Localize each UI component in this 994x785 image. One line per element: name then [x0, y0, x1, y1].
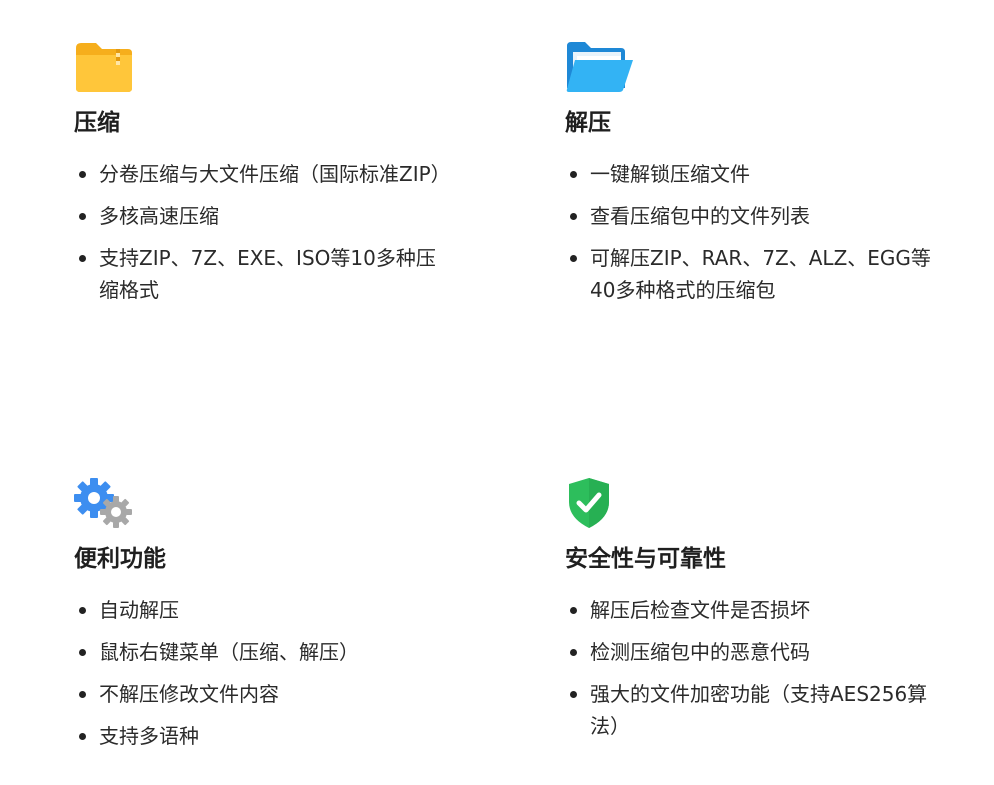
open-folder-icon — [565, 40, 633, 96]
list-item: 一键解锁压缩文件 — [565, 158, 945, 190]
folder-icon — [74, 40, 138, 96]
list-item: 不解压修改文件内容 — [74, 678, 454, 710]
list-item-text: 支持ZIP、7Z、EXE、ISO等10多种压缩格式 — [99, 246, 436, 302]
feature-title: 压缩 — [74, 110, 120, 136]
list-item-text: 强大的文件加密功能（支持AES256算法） — [590, 682, 928, 738]
list-item-text: 可解压ZIP、RAR、7Z、ALZ、EGG等40多种格式的压缩包 — [590, 246, 931, 302]
list-item: 查看压缩包中的文件列表 — [565, 200, 945, 232]
list-item: 支持ZIP、7Z、EXE、ISO等10多种压缩格式 — [74, 242, 454, 306]
list-item-text: 解压后检查文件是否损坏 — [590, 598, 810, 622]
feature-title: 安全性与可靠性 — [565, 546, 726, 572]
list-item-text: 多核高速压缩 — [99, 204, 219, 228]
list-item: 多核高速压缩 — [74, 200, 454, 232]
list-item-text: 自动解压 — [99, 598, 179, 622]
feature-security: 安全性与可靠性 解压后检查文件是否损坏 检测压缩包中的恶意代码 强大的文件加密功… — [565, 476, 945, 752]
feature-extraction: 解压 一键解锁压缩文件 查看压缩包中的文件列表 可解压ZIP、RAR、7Z、AL… — [565, 40, 945, 316]
feature-convenience: 便利功能 自动解压 鼠标右键菜单（压缩、解压） 不解压修改文件内容 支持多语种 — [74, 476, 454, 762]
feature-compression: 压缩 分卷压缩与大文件压缩（国际标准ZIP） 多核高速压缩 支持ZIP、7Z、E… — [74, 40, 454, 316]
list-item: 强大的文件加密功能（支持AES256算法） — [565, 678, 945, 742]
list-item: 支持多语种 — [74, 720, 454, 752]
shield-check-icon — [565, 476, 629, 532]
feature-title: 解压 — [565, 110, 611, 136]
list-item: 检测压缩包中的恶意代码 — [565, 636, 945, 668]
list-item: 自动解压 — [74, 594, 454, 626]
list-item-text: 鼠标右键菜单（压缩、解压） — [99, 640, 359, 664]
feature-list: 一键解锁压缩文件 查看压缩包中的文件列表 可解压ZIP、RAR、7Z、ALZ、E… — [565, 158, 945, 306]
list-item: 可解压ZIP、RAR、7Z、ALZ、EGG等40多种格式的压缩包 — [565, 242, 945, 306]
feature-list: 自动解压 鼠标右键菜单（压缩、解压） 不解压修改文件内容 支持多语种 — [74, 594, 454, 752]
list-item-text: 检测压缩包中的恶意代码 — [590, 640, 810, 664]
list-item-text: 查看压缩包中的文件列表 — [590, 204, 810, 228]
list-item-text: 支持多语种 — [99, 724, 199, 748]
list-item-text: 一键解锁压缩文件 — [590, 162, 750, 186]
feature-title: 便利功能 — [74, 546, 166, 572]
list-item: 鼠标右键菜单（压缩、解压） — [74, 636, 454, 668]
gears-icon — [74, 476, 138, 532]
list-item-text: 分卷压缩与大文件压缩（国际标准ZIP） — [99, 162, 451, 186]
feature-list: 分卷压缩与大文件压缩（国际标准ZIP） 多核高速压缩 支持ZIP、7Z、EXE、… — [74, 158, 454, 306]
list-item-text: 不解压修改文件内容 — [99, 682, 279, 706]
list-item: 解压后检查文件是否损坏 — [565, 594, 945, 626]
feature-list: 解压后检查文件是否损坏 检测压缩包中的恶意代码 强大的文件加密功能（支持AES2… — [565, 594, 945, 742]
list-item: 分卷压缩与大文件压缩（国际标准ZIP） — [74, 158, 454, 190]
